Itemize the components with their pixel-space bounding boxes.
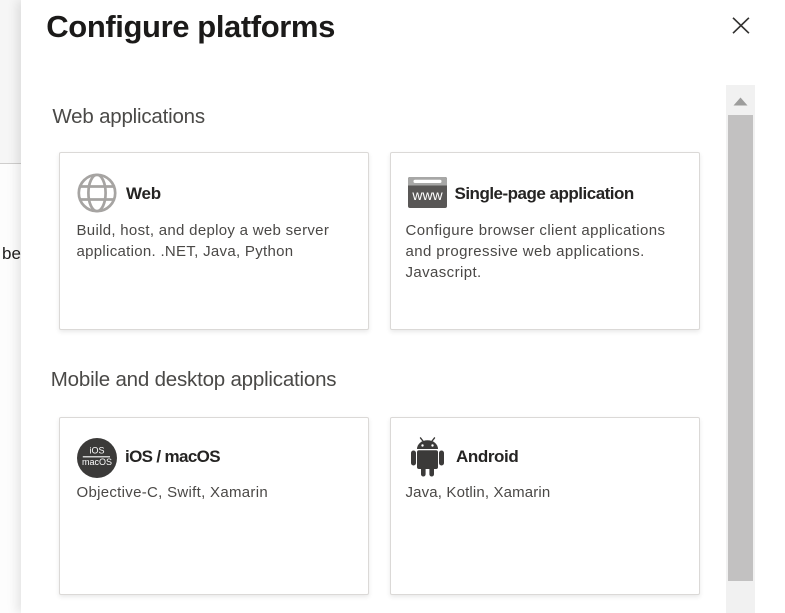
svg-text:macOS: macOS bbox=[82, 457, 112, 467]
svg-text:www: www bbox=[411, 187, 443, 203]
svg-text:iOS: iOS bbox=[89, 445, 104, 455]
